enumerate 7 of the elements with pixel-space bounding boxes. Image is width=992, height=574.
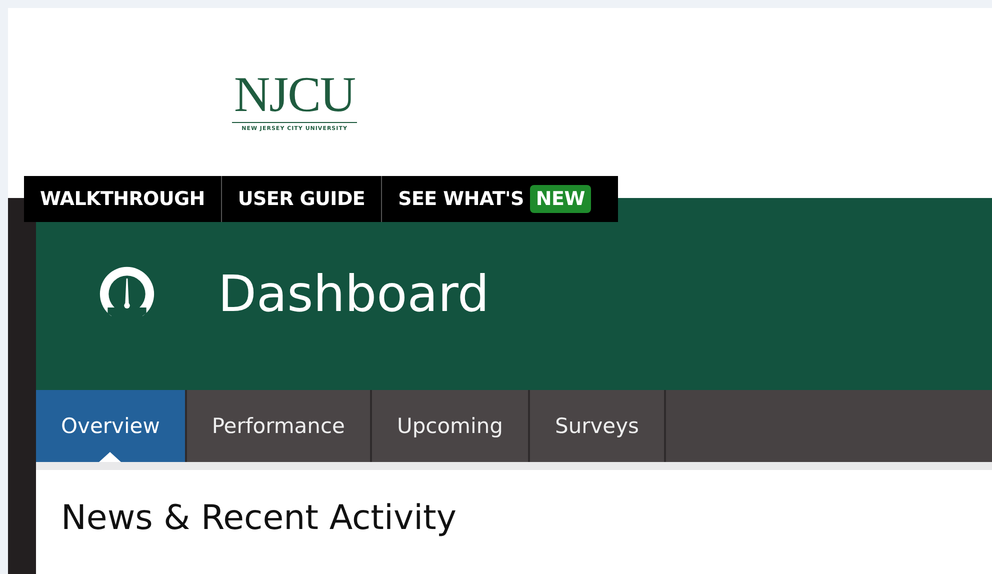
section-heading: News & Recent Activity — [61, 498, 458, 538]
page-title: Dashboard — [218, 265, 490, 323]
nav-link[interactable]: SEE WHAT'S NEW — [382, 176, 607, 222]
tab[interactable]: Overview — [36, 390, 187, 462]
gauge-icon — [98, 265, 156, 323]
new-badge: NEW — [530, 185, 591, 213]
logo-wordmark: NJCU — [232, 70, 358, 123]
